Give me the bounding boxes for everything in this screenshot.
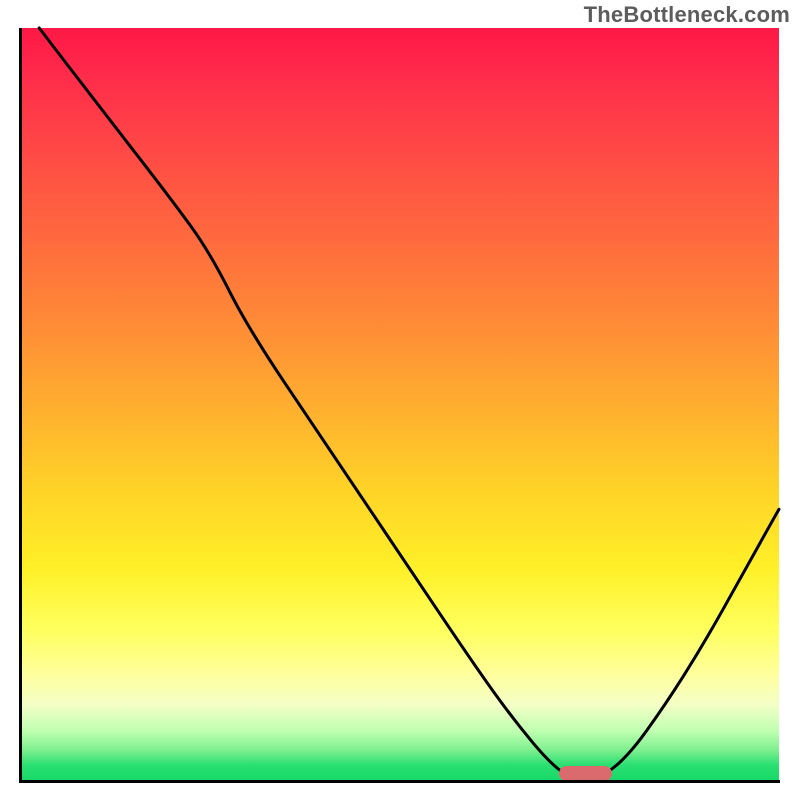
watermark-text: TheBottleneck.com	[584, 2, 790, 28]
x-axis	[19, 780, 780, 783]
chart-frame: TheBottleneck.com	[0, 0, 800, 800]
curve-overlay	[21, 28, 779, 780]
y-axis	[19, 28, 22, 783]
bottleneck-curve-path	[39, 28, 779, 780]
optimal-marker	[559, 766, 612, 781]
